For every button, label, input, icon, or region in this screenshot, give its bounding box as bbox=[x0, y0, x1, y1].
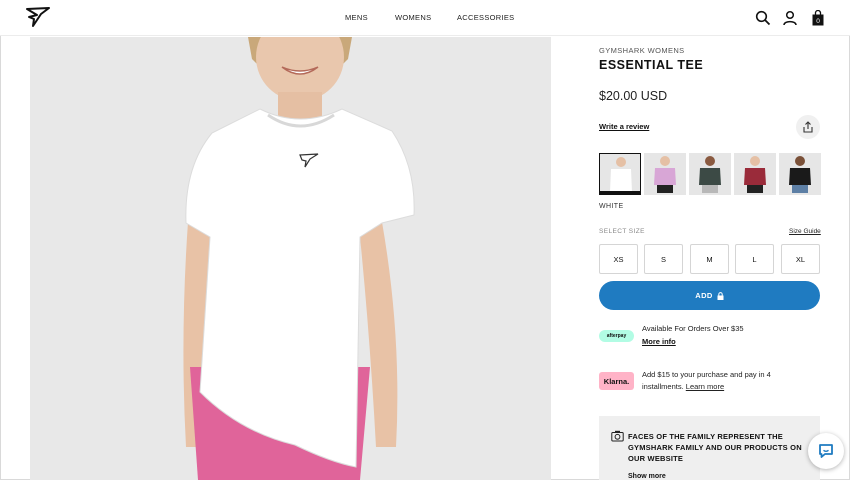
select-size-label: SELECT SIZE bbox=[599, 228, 645, 235]
klarna-text: Add $15 to your purchase and pay in 4 in… bbox=[642, 369, 802, 393]
klarna-learn-more-link[interactable]: Learn more bbox=[686, 382, 724, 391]
share-button[interactable] bbox=[796, 115, 820, 139]
selected-color-label: WHITE bbox=[599, 203, 624, 210]
swatch-thumbnail bbox=[734, 153, 776, 195]
product-image[interactable] bbox=[30, 37, 551, 480]
product-title: ESSENTIAL TEE bbox=[599, 58, 704, 72]
faces-of-family-text: FACES OF THE FAMILY REPRESENT THE GYMSHA… bbox=[628, 432, 802, 463]
chat-button[interactable] bbox=[808, 433, 844, 469]
size-s-button[interactable]: S bbox=[644, 244, 683, 274]
add-label: ADD bbox=[695, 291, 713, 300]
swatch-white[interactable] bbox=[599, 153, 641, 195]
chat-icon bbox=[819, 444, 833, 458]
swatch-thumbnail bbox=[779, 153, 821, 195]
gymshark-logo[interactable] bbox=[25, 6, 51, 28]
nav-mens[interactable]: MENS bbox=[345, 13, 368, 22]
swatch-thumbnail bbox=[600, 154, 640, 191]
afterpay-more-info-link[interactable]: More info bbox=[642, 337, 676, 346]
nav-womens[interactable]: WOMENS bbox=[395, 13, 431, 22]
product-brand: GYMSHARK WOMENS bbox=[599, 46, 685, 55]
share-icon bbox=[803, 121, 813, 133]
lock-icon bbox=[717, 291, 724, 300]
show-more-link[interactable]: Show more bbox=[628, 473, 666, 480]
faces-of-family-panel: FACES OF THE FAMILY REPRESENT THE GYMSHA… bbox=[599, 416, 820, 480]
nav-accessories[interactable]: ACCESSORIES bbox=[457, 13, 514, 22]
svg-text:0: 0 bbox=[816, 18, 820, 25]
klarna-logo: Klarna. bbox=[599, 372, 634, 390]
size-guide-link[interactable]: Size Guide bbox=[789, 228, 821, 235]
swatch-black[interactable] bbox=[779, 153, 821, 195]
swatch-thumbnail bbox=[644, 153, 686, 195]
product-price: $20.00 USD bbox=[599, 89, 668, 103]
add-to-cart-button[interactable]: ADD bbox=[599, 281, 820, 310]
swatch-thumbnail bbox=[689, 153, 731, 195]
site-header: MENS WOMENS ACCESSORIES 0 bbox=[0, 0, 850, 36]
size-l-button[interactable]: L bbox=[735, 244, 774, 274]
color-swatches bbox=[599, 153, 821, 195]
swatch-lilac[interactable] bbox=[644, 153, 686, 195]
size-xl-button[interactable]: XL bbox=[781, 244, 820, 274]
swatch-burgundy[interactable] bbox=[734, 153, 776, 195]
model-photo bbox=[30, 37, 551, 480]
size-xs-button[interactable]: XS bbox=[599, 244, 638, 274]
search-icon[interactable] bbox=[755, 10, 771, 26]
account-icon[interactable] bbox=[782, 10, 798, 26]
size-m-button[interactable]: M bbox=[690, 244, 729, 274]
write-review-link[interactable]: Write a review bbox=[599, 122, 649, 131]
swatch-dark-green[interactable] bbox=[689, 153, 731, 195]
afterpay-logo: afterpay bbox=[599, 330, 634, 342]
cart-icon[interactable]: 0 bbox=[810, 10, 826, 26]
camera-icon bbox=[611, 430, 624, 442]
afterpay-text: Available For Orders Over $35 bbox=[642, 324, 744, 333]
